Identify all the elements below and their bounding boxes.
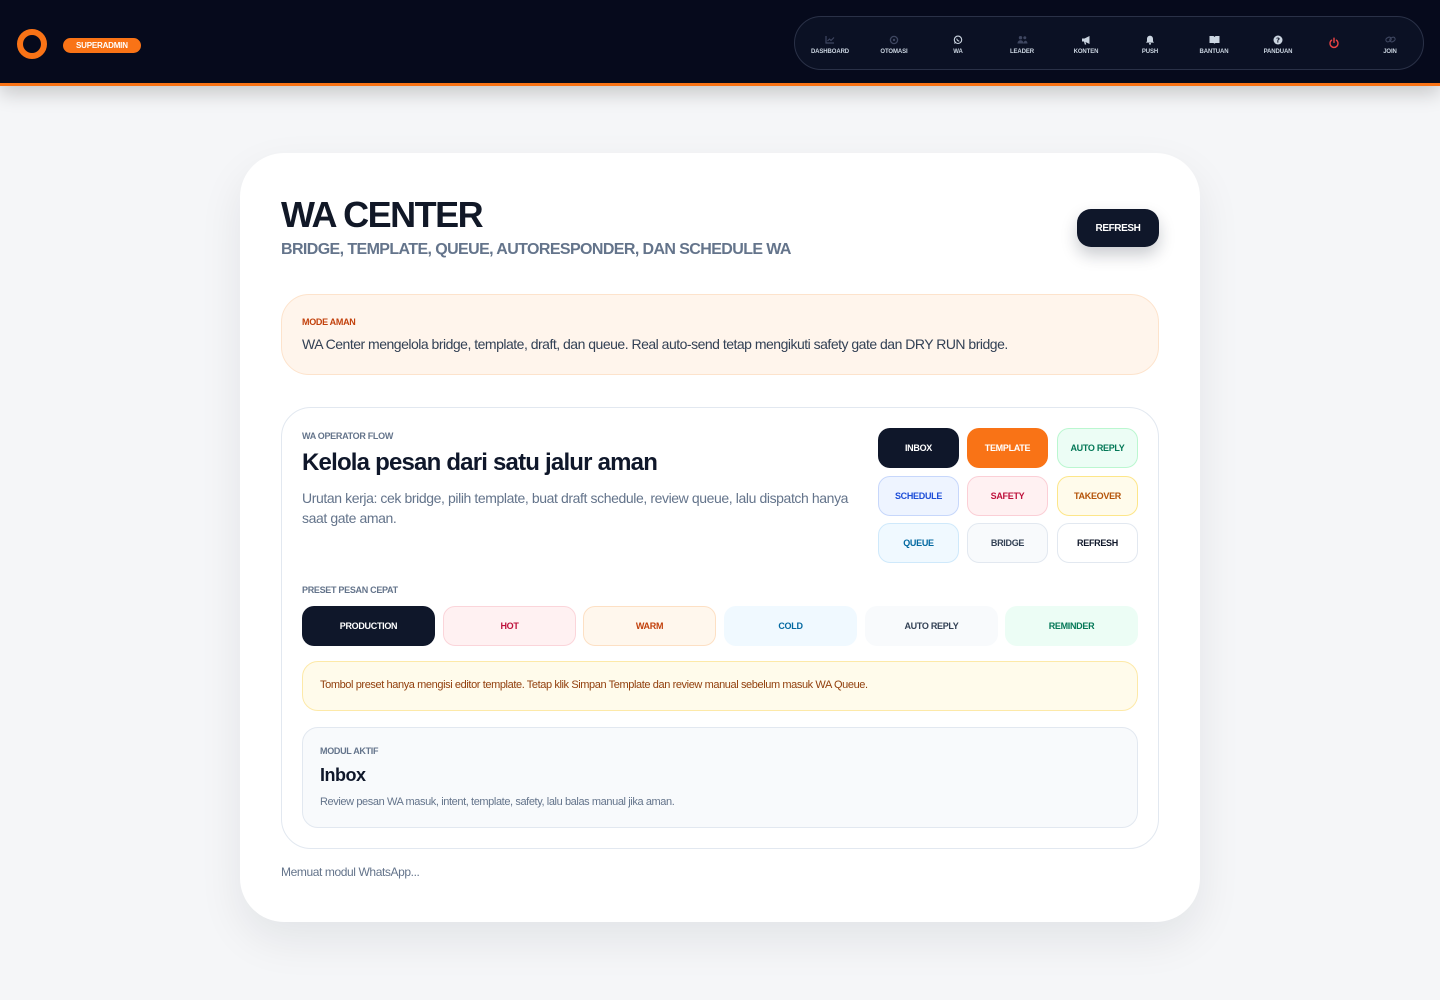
- nav-label: LEADER: [1009, 48, 1035, 55]
- safety-button[interactable]: SAFETY: [967, 476, 1048, 516]
- safe-mode-banner: MODE AMAN WA Center mengelola bridge, te…: [281, 294, 1159, 375]
- nav-label: PUSH: [1141, 48, 1159, 55]
- nav-item-panduan[interactable]: ? PANDUAN: [1246, 17, 1310, 71]
- preset-warm-button[interactable]: WARM: [583, 606, 716, 646]
- auto-reply-button[interactable]: AUTO REPLY: [1057, 428, 1138, 468]
- nav-label: DASHBOARD: [810, 48, 850, 55]
- wa-center-card: WA CENTER BRIDGE, TEMPLATE, QUEUE, AUTOR…: [240, 153, 1200, 922]
- flow-refresh-button[interactable]: REFRESH: [1057, 523, 1138, 563]
- active-module-title: Inbox: [320, 765, 366, 785]
- power-icon: [1328, 37, 1340, 49]
- link-icon: [1384, 34, 1396, 46]
- main-nav: DASHBOARD OTOMASI WA LEADER KONTEN PUSH …: [794, 16, 1424, 70]
- active-module-label: MODUL AKTIF: [320, 746, 379, 756]
- flow-description: Urutan kerja: cek bridge, pilih template…: [302, 490, 849, 526]
- page-title: WA CENTER: [281, 194, 484, 235]
- takeover-button[interactable]: TAKEOVER: [1057, 476, 1138, 516]
- brand-logo-icon[interactable]: [17, 29, 47, 59]
- nav-item-bantuan[interactable]: BANTUAN: [1182, 17, 1246, 71]
- flow-title: Kelola pesan dari satu jalur aman: [302, 449, 658, 476]
- bridge-button[interactable]: BRIDGE: [967, 523, 1048, 563]
- nav-item-push[interactable]: PUSH: [1118, 17, 1182, 71]
- preset-label: PRESET PESAN CEPAT: [302, 585, 398, 595]
- svg-text:?: ?: [1276, 36, 1280, 44]
- preset-production-button[interactable]: PRODUCTION: [302, 606, 435, 646]
- users-icon: [1016, 34, 1028, 46]
- role-badge: SUPERADMIN: [63, 38, 141, 53]
- loading-text: Memuat modul WhatsApp...: [281, 865, 420, 879]
- active-module-card: MODUL AKTIF Inbox Review pesan WA masuk,…: [302, 727, 1138, 828]
- bell-icon: [1144, 34, 1156, 46]
- whatsapp-icon: [952, 34, 964, 46]
- schedule-button[interactable]: SCHEDULE: [878, 476, 959, 516]
- preset-auto-reply-button[interactable]: AUTO REPLY: [865, 606, 998, 646]
- top-bar: SUPERADMIN DASHBOARD OTOMASI WA LEADER K…: [0, 0, 1440, 86]
- active-module-description: Review pesan WA masuk, intent, template,…: [320, 796, 675, 808]
- nav-item-join[interactable]: JOIN: [1358, 17, 1422, 71]
- question-icon: ?: [1272, 34, 1284, 46]
- nav-item-konten[interactable]: KONTEN: [1054, 17, 1118, 71]
- preset-note-text: Tombol preset hanya mengisi editor templ…: [320, 679, 868, 691]
- nav-item-wa[interactable]: WA: [926, 17, 990, 71]
- safe-mode-text: WA Center mengelola bridge, template, dr…: [302, 336, 1008, 352]
- nav-label: BANTUAN: [1199, 48, 1229, 55]
- preset-hot-button[interactable]: HOT: [443, 606, 576, 646]
- nav-label: KONTEN: [1073, 48, 1099, 55]
- refresh-button[interactable]: REFRESH: [1077, 209, 1159, 247]
- nav-label: WA: [953, 48, 963, 55]
- megaphone-icon: [1080, 34, 1092, 46]
- nav-item-dashboard[interactable]: DASHBOARD: [798, 17, 862, 71]
- preset-reminder-button[interactable]: REMINDER: [1005, 606, 1138, 646]
- operator-flow-panel: WA OPERATOR FLOW Kelola pesan dari satu …: [281, 407, 1159, 849]
- nav-label: OTOMASI: [880, 48, 908, 55]
- page-subtitle: BRIDGE, TEMPLATE, QUEUE, AUTORESPONDER, …: [281, 241, 791, 258]
- logout-button[interactable]: [1302, 17, 1366, 71]
- safe-mode-label: MODE AMAN: [302, 317, 356, 327]
- book-icon: [1208, 34, 1220, 46]
- queue-button[interactable]: QUEUE: [878, 523, 959, 563]
- inbox-button[interactable]: INBOX: [878, 428, 959, 468]
- nav-label: JOIN: [1383, 48, 1397, 55]
- chart-line-icon: [824, 34, 836, 46]
- preset-note: Tombol preset hanya mengisi editor templ…: [302, 661, 1138, 711]
- robot-icon: [888, 34, 900, 46]
- preset-cold-button[interactable]: COLD: [724, 606, 857, 646]
- nav-item-leader[interactable]: LEADER: [990, 17, 1054, 71]
- flow-label: WA OPERATOR FLOW: [302, 431, 394, 441]
- nav-item-otomasi[interactable]: OTOMASI: [862, 17, 926, 71]
- nav-label: PANDUAN: [1263, 48, 1293, 55]
- template-button[interactable]: TEMPLATE: [967, 428, 1048, 468]
